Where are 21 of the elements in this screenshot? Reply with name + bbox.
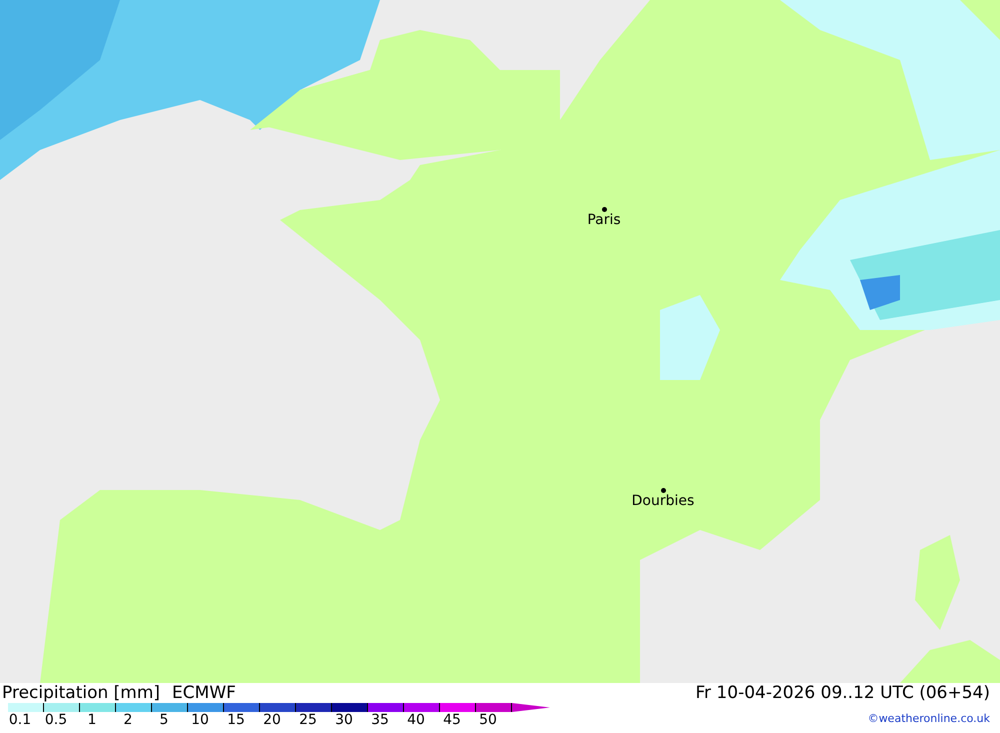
legend-title: Precipitation [mm] — [2, 683, 160, 703]
scale-label: 30 — [335, 712, 353, 728]
scale-arrow-icon — [512, 703, 550, 712]
valid-time: Fr 10-04-2026 09..12 UTC (06+54) — [696, 683, 990, 703]
credit-text: ©weatheronline.co.uk — [868, 711, 990, 727]
scale-label: 2 — [124, 712, 132, 728]
scale-label: 5 — [160, 712, 168, 728]
scale-label: 35 — [371, 712, 389, 728]
city-label: Paris — [587, 212, 621, 228]
scale-label: 20 — [263, 712, 281, 728]
scale-label: 50 — [479, 712, 497, 728]
city-label: Dourbies — [632, 493, 694, 509]
scale-label: 0.5 — [44, 712, 68, 728]
scale-label: 1 — [88, 712, 96, 728]
model-name: ECMWF — [172, 683, 236, 703]
scale-label: 15 — [227, 712, 245, 728]
scale-label: 45 — [443, 712, 461, 728]
scale-label: 25 — [299, 712, 317, 728]
scale-label: 0.1 — [8, 712, 32, 728]
scale-label: 10 — [191, 712, 209, 728]
scale-label: 40 — [407, 712, 425, 728]
